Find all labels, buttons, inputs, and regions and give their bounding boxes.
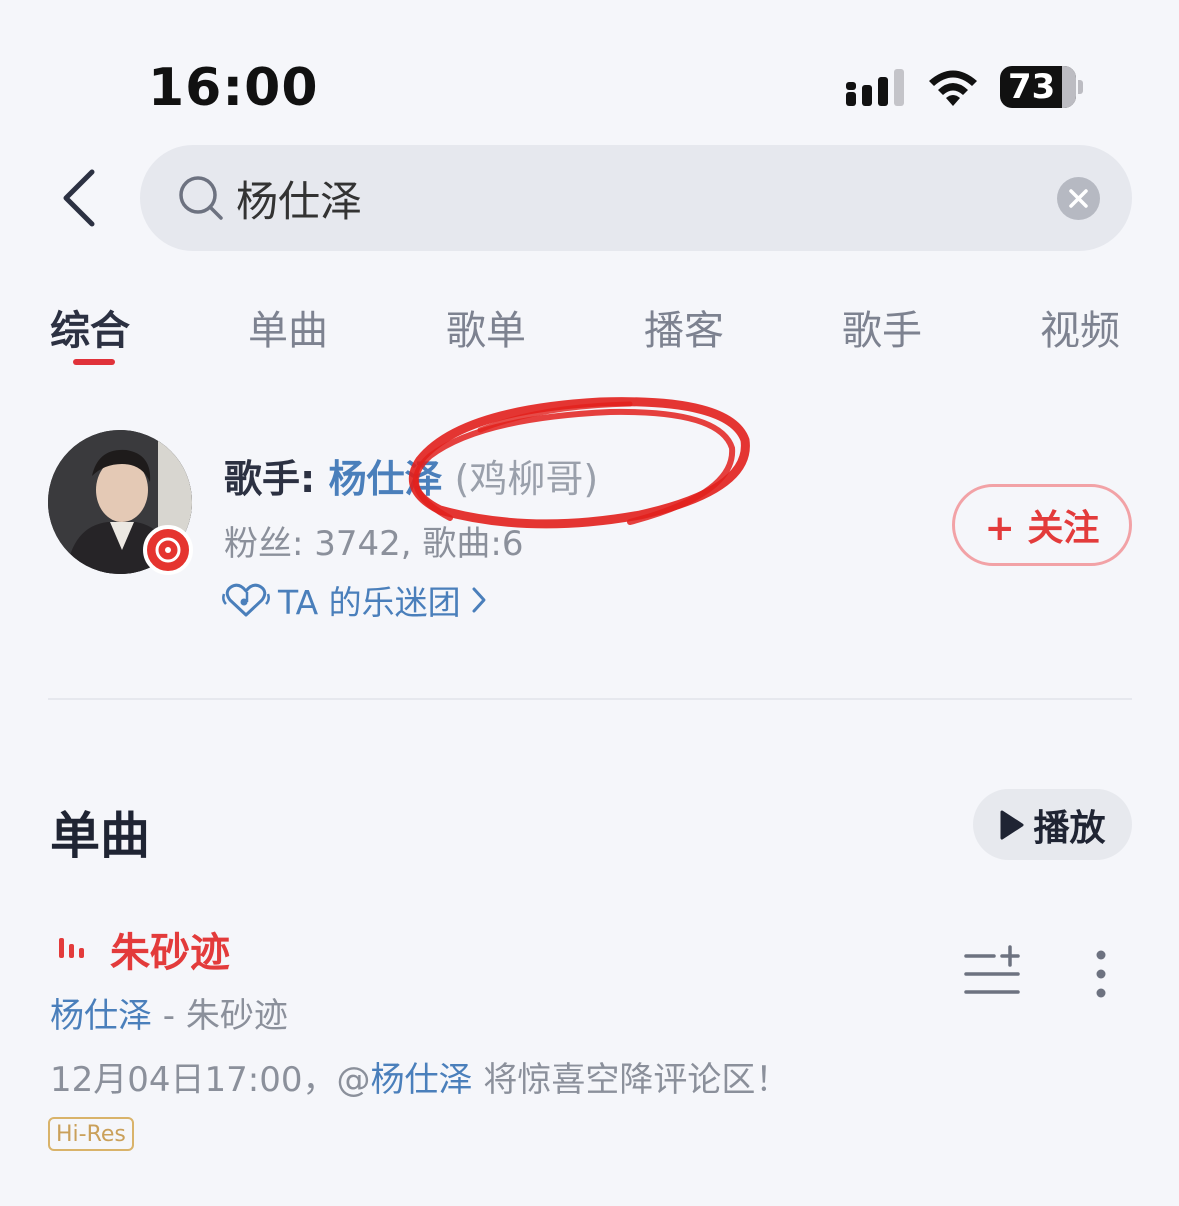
follow-button[interactable]: + 关注: [952, 484, 1132, 566]
search-icon: [179, 176, 223, 220]
song-artist-line: 杨仕泽 - 朱砂迹: [50, 988, 288, 1037]
play-all-button[interactable]: 播放: [973, 789, 1132, 860]
song-album: 朱砂迹: [185, 996, 288, 1036]
section-divider: [48, 698, 1132, 700]
music-note-icon: [155, 537, 181, 563]
singer-name: 杨仕泽: [328, 457, 443, 501]
fanclub-label: TA 的乐迷团: [278, 583, 461, 622]
more-icon[interactable]: [1094, 950, 1108, 998]
song-artist-name[interactable]: 杨仕泽: [50, 996, 152, 1036]
search-input[interactable]: [236, 171, 1016, 225]
singer-verified-badge: [143, 525, 193, 575]
song-artist-separator: -: [152, 996, 186, 1036]
playing-bars-icon: [59, 938, 84, 958]
chevron-right-icon: [472, 587, 486, 613]
fanclub-link[interactable]: TA 的乐迷团: [222, 576, 489, 624]
back-icon[interactable]: [56, 166, 106, 230]
status-time: 16:00: [148, 58, 319, 118]
singer-label: 歌手:: [224, 457, 329, 501]
song-description: 12月04日17:00，@杨仕泽 将惊喜空降评论区！: [50, 1052, 789, 1101]
signal-icon: [846, 69, 904, 106]
singer-title[interactable]: 歌手: 杨仕泽 (鸡柳哥): [224, 448, 598, 503]
singer-stats: 粉丝: 3742, 歌曲:6: [224, 524, 524, 564]
tab-playlists[interactable]: 歌单: [446, 298, 526, 356]
battery-nub: [1078, 80, 1083, 94]
tab-comprehensive[interactable]: 综合: [50, 298, 130, 356]
song-desc-prefix: 12月04日17:00，@: [50, 1060, 371, 1100]
tab-singers[interactable]: 歌手: [842, 298, 922, 356]
singer-alias: (鸡柳哥): [442, 457, 599, 501]
add-to-playlist-icon[interactable]: [964, 944, 1020, 1000]
tab-podcasts[interactable]: 播客: [644, 298, 724, 356]
tab-singles[interactable]: 单曲: [248, 298, 328, 356]
battery-icon: 73: [1000, 66, 1076, 108]
search-bar[interactable]: [140, 145, 1132, 251]
fanclub-heart-icon: [222, 583, 270, 617]
play-all-label: 播放: [1033, 807, 1106, 849]
section-title-singles: 单曲: [50, 807, 150, 865]
song-desc-suffix: 将惊喜空降评论区！: [472, 1060, 790, 1100]
tab-videos[interactable]: 视频: [1040, 298, 1120, 356]
clear-search-button[interactable]: [1057, 177, 1100, 220]
clear-icon: [1069, 189, 1088, 208]
hi-res-badge: Hi-Res: [48, 1117, 134, 1151]
battery-percentage: 73: [1008, 67, 1056, 107]
song-title[interactable]: 朱砂迹: [110, 920, 230, 978]
wifi-icon: [929, 70, 977, 106]
song-desc-mention[interactable]: 杨仕泽: [371, 1060, 473, 1100]
play-icon: [1000, 810, 1024, 839]
active-tab-indicator: [73, 359, 115, 365]
